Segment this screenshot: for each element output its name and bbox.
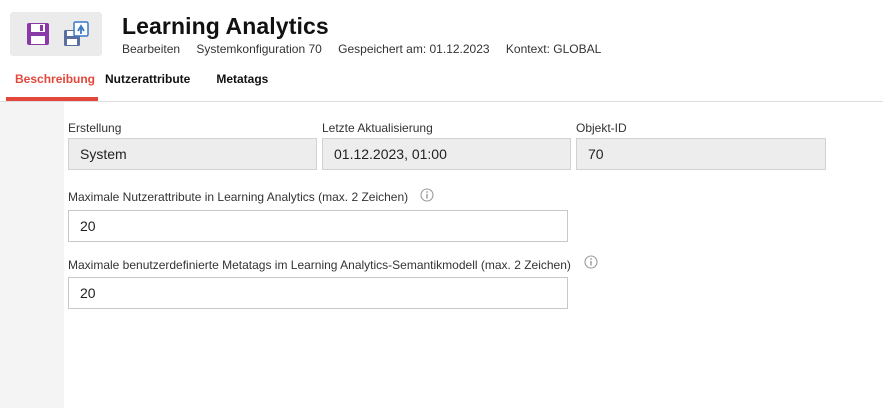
save-icon[interactable]	[24, 20, 52, 48]
meta-config: Systemkonfiguration 70	[196, 42, 322, 56]
max-tags-input[interactable]	[68, 277, 568, 309]
erstellung-label: Erstellung	[68, 121, 122, 135]
max-attr-label: Maximale Nutzerattribute in Learning Ana…	[68, 190, 409, 204]
tab-bar: Beschreibung Nutzerattribute Metatags	[6, 70, 278, 101]
tab-nutzerattribute[interactable]: Nutzerattribute	[105, 70, 200, 101]
info-icon[interactable]	[584, 255, 598, 269]
erstellung-field: System	[68, 138, 317, 170]
tab-beschreibung[interactable]: Beschreibung	[6, 70, 98, 101]
tab-metatags[interactable]: Metatags	[200, 70, 278, 101]
tab-divider	[0, 101, 883, 102]
objekt-id-label: Objekt-ID	[576, 121, 627, 135]
meta-context: Kontext: GLOBAL	[505, 42, 602, 56]
max-attr-input[interactable]	[68, 210, 568, 242]
info-icon[interactable]	[420, 188, 434, 202]
left-strip	[0, 102, 64, 408]
meta-action: Bearbeiten	[122, 42, 181, 56]
page-title: Learning Analytics	[122, 13, 329, 39]
aktualisierung-label: Letzte Aktualisierung	[322, 121, 433, 135]
objekt-id-field: 70	[576, 138, 826, 170]
aktualisierung-field: 01.12.2023, 01:00	[322, 138, 571, 170]
max-tags-label: Maximale benutzerdefinierte Metatags im …	[68, 258, 571, 272]
toolbar	[10, 12, 102, 56]
header-meta: Bearbeiten Systemkonfiguration 70 Gespei…	[122, 42, 614, 56]
meta-saved: Gespeichert am: 01.12.2023	[338, 42, 490, 56]
save-as-icon[interactable]	[62, 20, 90, 48]
